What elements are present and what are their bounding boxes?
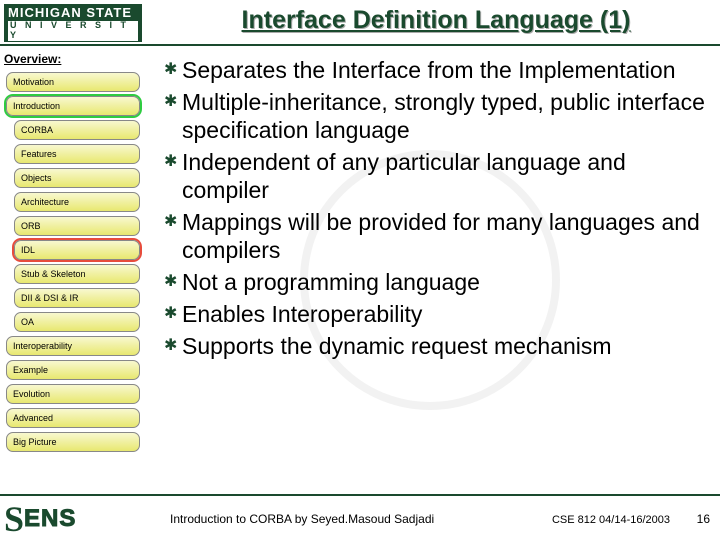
slide: MICHIGAN STATE U N I V E R S I T Y Inter… xyxy=(0,0,720,540)
logo-line1: MICHIGAN STATE xyxy=(8,6,138,20)
sidebar-item-advanced[interactable]: Advanced xyxy=(6,408,140,428)
sens-ens: ENS xyxy=(24,505,76,533)
page-title: Interface Definition Language (1) xyxy=(160,6,712,35)
bullet-text: Multiple-inheritance, strongly typed, pu… xyxy=(182,88,706,144)
sidebar-item-corba[interactable]: CORBA xyxy=(14,120,140,140)
bullet-text: Enables Interoperability xyxy=(182,300,422,328)
bullet-row: ✱Mappings will be provided for many lang… xyxy=(164,208,706,264)
msu-logo: MICHIGAN STATE U N I V E R S I T Y xyxy=(4,4,142,42)
asterisk-icon: ✱ xyxy=(164,88,182,116)
sidebar-item-stub-skeleton[interactable]: Stub & Skeleton xyxy=(14,264,140,284)
asterisk-icon: ✱ xyxy=(164,332,182,360)
sidebar-item-objects[interactable]: Objects xyxy=(14,168,140,188)
bullet-text: Mappings will be provided for many langu… xyxy=(182,208,706,264)
footer-page-number: 16 xyxy=(697,512,710,526)
sidebar-item-interoperability[interactable]: Interoperability xyxy=(6,336,140,356)
footer-divider xyxy=(0,494,720,496)
title-divider xyxy=(0,44,720,46)
footer-course: CSE 812 04/14-16/2003 xyxy=(552,514,670,526)
asterisk-icon: ✱ xyxy=(164,268,182,296)
bullet-text: Supports the dynamic request mechanism xyxy=(182,332,612,360)
logo-line2: U N I V E R S I T Y xyxy=(8,21,138,41)
asterisk-icon: ✱ xyxy=(164,148,182,176)
sidebar-item-motivation[interactable]: Motivation xyxy=(6,72,140,92)
bullet-row: ✱Separates the Interface from the Implem… xyxy=(164,56,706,84)
sidebar-heading: Overview: xyxy=(4,52,148,66)
sens-logo: SENS xyxy=(4,498,94,538)
sidebar-item-idl[interactable]: IDL xyxy=(14,240,140,260)
footer-credit: Introduction to CORBA by Seyed.Masoud Sa… xyxy=(170,512,434,526)
sidebar-item-architecture[interactable]: Architecture xyxy=(14,192,140,212)
sidebar-item-example[interactable]: Example xyxy=(6,360,140,380)
bullet-row: ✱Enables Interoperability xyxy=(164,300,706,328)
sidebar-item-introduction[interactable]: Introduction xyxy=(6,96,140,116)
bullet-row: ✱Not a programming language xyxy=(164,268,706,296)
sidebar-item-big-picture[interactable]: Big Picture xyxy=(6,432,140,452)
sidebar-item-orb[interactable]: ORB xyxy=(14,216,140,236)
bullet-text: Independent of any particular language a… xyxy=(182,148,706,204)
bullet-text: Not a programming language xyxy=(182,268,480,296)
sens-s: S xyxy=(4,498,24,540)
bullet-row: ✱Supports the dynamic request mechanism xyxy=(164,332,706,360)
asterisk-icon: ✱ xyxy=(164,300,182,328)
sidebar-item-dii-dsi-ir[interactable]: DII & DSI & IR xyxy=(14,288,140,308)
bullet-row: ✱Independent of any particular language … xyxy=(164,148,706,204)
content-area: ✱Separates the Interface from the Implem… xyxy=(164,56,706,364)
sidebar-item-oa[interactable]: OA xyxy=(14,312,140,332)
bullet-text: Separates the Interface from the Impleme… xyxy=(182,56,676,84)
asterisk-icon: ✱ xyxy=(164,56,182,84)
sidebar-item-features[interactable]: Features xyxy=(14,144,140,164)
bullet-row: ✱Multiple-inheritance, strongly typed, p… xyxy=(164,88,706,144)
asterisk-icon: ✱ xyxy=(164,208,182,236)
sidebar-item-evolution[interactable]: Evolution xyxy=(6,384,140,404)
sidebar: Overview: Motivation Introduction CORBA Fea… xyxy=(2,50,148,456)
